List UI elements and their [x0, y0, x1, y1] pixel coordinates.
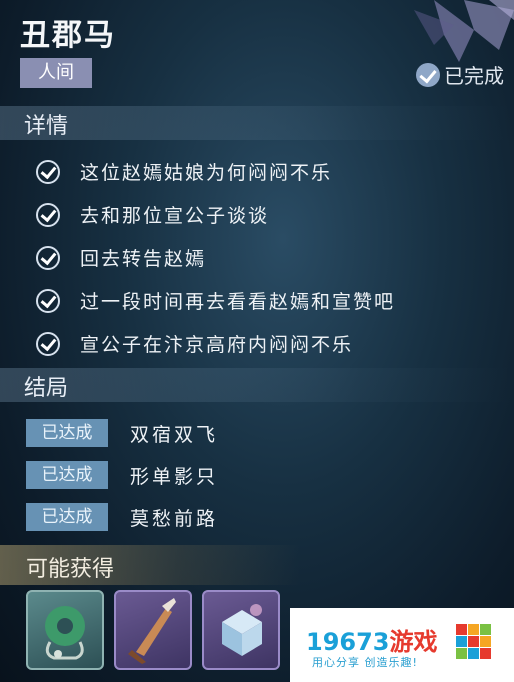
reward-slot-ice-cube[interactable] [202, 590, 280, 670]
site-watermark: 19673游戏 用心分享 创造乐趣! [290, 608, 514, 682]
detail-text: 去和那位宣公子谈谈 [80, 205, 270, 227]
check-icon [36, 159, 60, 184]
detail-item: 回去转告赵嫣 [36, 236, 395, 279]
ending-item: 已达成 莫愁前路 [26, 496, 218, 538]
detail-text: 过一段时间再去看看赵嫣和宣赞吧 [80, 291, 396, 313]
details-list: 这位赵嫣姑娘为何闷闷不乐 去和那位宣公子谈谈 回去转告赵嫣 过一段时间再去看看赵… [36, 150, 395, 365]
detail-item: 过一段时间再去看看赵嫣和宣赞吧 [36, 279, 395, 322]
ending-item: 已达成 形单影只 [26, 454, 218, 496]
ice-cube-icon [222, 604, 262, 656]
check-icon [36, 288, 60, 313]
ending-item: 已达成 双宿双飞 [26, 412, 218, 454]
butterfly-emblem-icon [414, 0, 514, 62]
quest-status-label: 已完成 [444, 64, 504, 88]
quest-title: 丑郡马 [20, 18, 116, 53]
achieved-badge: 已达成 [26, 461, 108, 489]
rewards-heading: 可能获得 [26, 557, 115, 582]
endings-section-header: 结局 [0, 368, 514, 402]
watermark-number: 19673 [306, 628, 390, 656]
watermark-brand: 19673游戏 [306, 622, 438, 657]
details-section-header: 详情 [0, 106, 514, 140]
reward-slot-jade-pendant[interactable] [26, 590, 104, 670]
watermark-word: 游戏 [389, 628, 438, 656]
rewards-list [26, 590, 280, 670]
dagger-icon [128, 598, 176, 664]
watermark-slogan: 用心分享 创造乐趣! [312, 656, 418, 669]
region-tag: 人间 [20, 58, 92, 88]
ending-name: 形单影只 [130, 465, 219, 488]
detail-text: 这位赵嫣姑娘为何闷闷不乐 [80, 162, 333, 184]
rubik-cube-logo-icon [456, 624, 491, 659]
ending-name: 双宿双飞 [130, 423, 219, 446]
achieved-badge: 已达成 [26, 503, 108, 531]
ending-name: 莫愁前路 [130, 507, 219, 530]
achieved-badge: 已达成 [26, 419, 108, 447]
completed-check-icon [416, 62, 440, 87]
quest-status: 已完成 [416, 60, 504, 89]
endings-list: 已达成 双宿双飞 已达成 形单影只 已达成 莫愁前路 [26, 412, 218, 538]
detail-text: 宣公子在汴京高府内闷闷不乐 [80, 334, 354, 356]
reward-slot-dagger[interactable] [114, 590, 192, 670]
endings-heading: 结局 [24, 376, 69, 401]
detail-text: 回去转告赵嫣 [80, 248, 207, 270]
check-icon [36, 202, 60, 227]
rewards-section-header: 可能获得 [0, 545, 300, 585]
jade-pendant-icon [45, 606, 85, 660]
details-heading: 详情 [24, 114, 69, 139]
detail-item: 宣公子在汴京高府内闷闷不乐 [36, 322, 395, 365]
endings-header-bar [0, 368, 514, 402]
details-header-bar [0, 106, 514, 140]
detail-item: 这位赵嫣姑娘为何闷闷不乐 [36, 150, 395, 193]
detail-item: 去和那位宣公子谈谈 [36, 193, 395, 236]
check-icon [36, 245, 60, 270]
check-icon [36, 331, 60, 356]
